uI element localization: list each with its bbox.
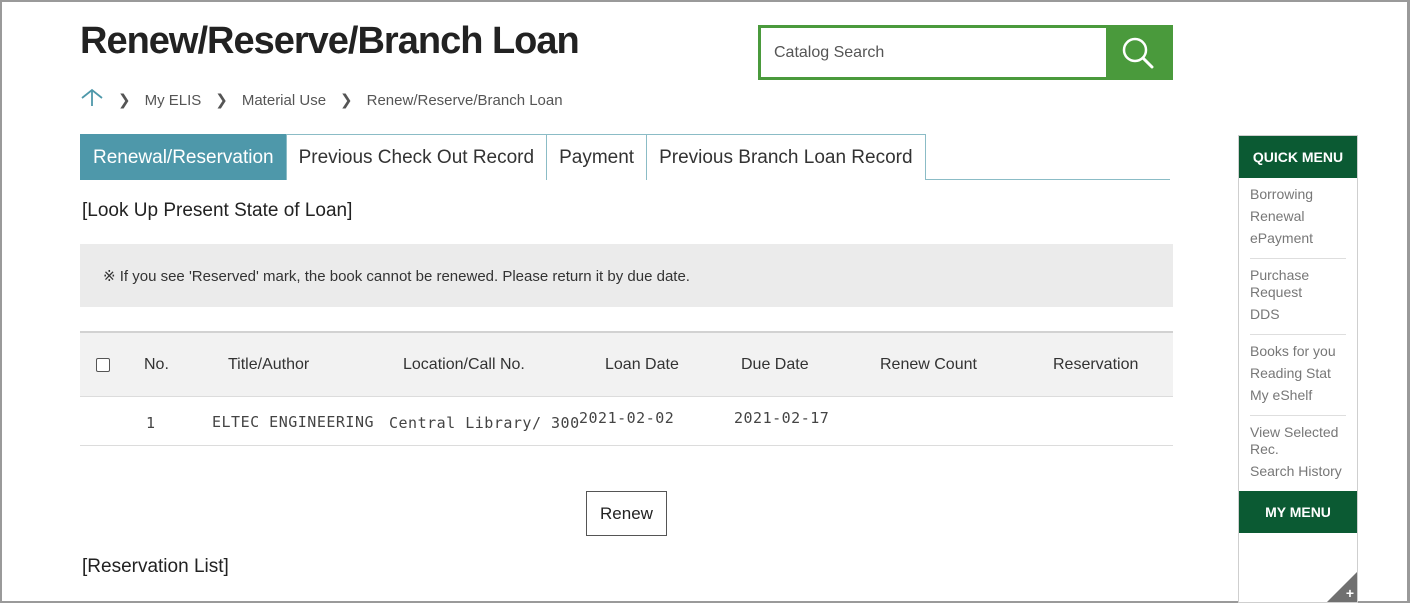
loan-section-title: [Look Up Present State of Loan] bbox=[82, 200, 353, 221]
page-title: Renew/Reserve/Branch Loan bbox=[80, 20, 580, 62]
renewal-notice: ※ If you see 'Reserved' mark, the book c… bbox=[80, 244, 1173, 307]
quick-item-purchase-request[interactable]: Purchase Request bbox=[1250, 267, 1346, 301]
quick-item-my-eshelf[interactable]: My eShelf bbox=[1250, 387, 1346, 404]
chevron-right-icon: ❯ bbox=[215, 92, 228, 109]
loan-table: No. Title/Author Location/Call No. Loan … bbox=[80, 331, 1173, 446]
quick-item-renewal[interactable]: Renewal bbox=[1250, 208, 1346, 225]
quick-menu-group: Borrowing Renewal ePayment bbox=[1250, 178, 1346, 259]
quick-item-epayment[interactable]: ePayment bbox=[1250, 230, 1346, 247]
renew-button[interactable]: Renew bbox=[586, 491, 667, 536]
tab-bar: Renewal/Reservation Previous Check Out R… bbox=[80, 134, 1170, 180]
header-loan-date: Loan Date bbox=[605, 355, 679, 373]
header-location-call-no: Location/Call No. bbox=[403, 355, 525, 373]
quick-item-reading-stat[interactable]: Reading Stat bbox=[1250, 365, 1346, 382]
breadcrumb-item[interactable]: My ELIS bbox=[145, 92, 202, 109]
cell-location: Central Library/ 300 bbox=[389, 414, 580, 432]
header-renew-count: Renew Count bbox=[880, 355, 977, 373]
search-icon bbox=[1122, 37, 1154, 68]
quick-item-books-for-you[interactable]: Books for you bbox=[1250, 343, 1346, 360]
tab-payment[interactable]: Payment bbox=[546, 134, 648, 180]
table-row: 1 ELTEC ENGINEERING Central Library/ 300… bbox=[80, 397, 1173, 446]
search-button[interactable] bbox=[1106, 28, 1170, 77]
quick-item-borrowing[interactable]: Borrowing bbox=[1250, 186, 1346, 203]
quick-menu: QUICK MENU Borrowing Renewal ePayment Pu… bbox=[1238, 135, 1358, 603]
cell-title[interactable]: ELTEC ENGINEERING bbox=[212, 397, 374, 445]
quick-menu-title: QUICK MENU bbox=[1239, 136, 1357, 178]
tab-previous-check-out-record[interactable]: Previous Check Out Record bbox=[285, 134, 548, 180]
search-input[interactable] bbox=[761, 28, 1106, 77]
breadcrumb: ❯ My ELIS ❯ Material Use ❯ Renew/Reserve… bbox=[80, 88, 563, 112]
my-menu-title[interactable]: MY MENU bbox=[1239, 491, 1357, 533]
tab-renewal-reservation[interactable]: Renewal/Reservation bbox=[80, 134, 287, 180]
quick-item-search-history[interactable]: Search History bbox=[1250, 463, 1346, 480]
tab-previous-branch-loan-record[interactable]: Previous Branch Loan Record bbox=[646, 134, 926, 180]
table-header: No. Title/Author Location/Call No. Loan … bbox=[80, 331, 1173, 397]
quick-item-dds[interactable]: DDS bbox=[1250, 306, 1346, 323]
header-reservation: Reservation bbox=[1053, 355, 1139, 373]
reservation-section-title: [Reservation List] bbox=[82, 556, 229, 577]
quick-menu-group: Purchase Request DDS bbox=[1250, 259, 1346, 335]
catalog-search bbox=[758, 25, 1173, 80]
breadcrumb-item[interactable]: Material Use bbox=[242, 92, 326, 109]
quick-menu-group: Books for you Reading Stat My eShelf bbox=[1250, 335, 1346, 416]
cell-due-date: 2021-02-17 bbox=[734, 409, 830, 427]
quick-item-view-selected-rec[interactable]: View Selected Rec. bbox=[1250, 424, 1346, 458]
breadcrumb-current: Renew/Reserve/Branch Loan bbox=[366, 91, 563, 109]
cell-no: 1 bbox=[146, 414, 156, 432]
header-no: No. bbox=[144, 355, 169, 373]
select-all-checkbox[interactable] bbox=[96, 357, 110, 372]
cell-loan-date: 2021-02-02 bbox=[579, 409, 675, 427]
quick-menu-group: View Selected Rec. Search History bbox=[1250, 416, 1346, 491]
header-title-author: Title/Author bbox=[228, 355, 310, 373]
header-due-date: Due Date bbox=[741, 355, 809, 373]
chevron-right-icon: ❯ bbox=[340, 92, 353, 109]
plus-icon[interactable]: + bbox=[1346, 586, 1354, 600]
home-icon[interactable] bbox=[80, 88, 104, 112]
chevron-right-icon: ❯ bbox=[118, 92, 131, 109]
